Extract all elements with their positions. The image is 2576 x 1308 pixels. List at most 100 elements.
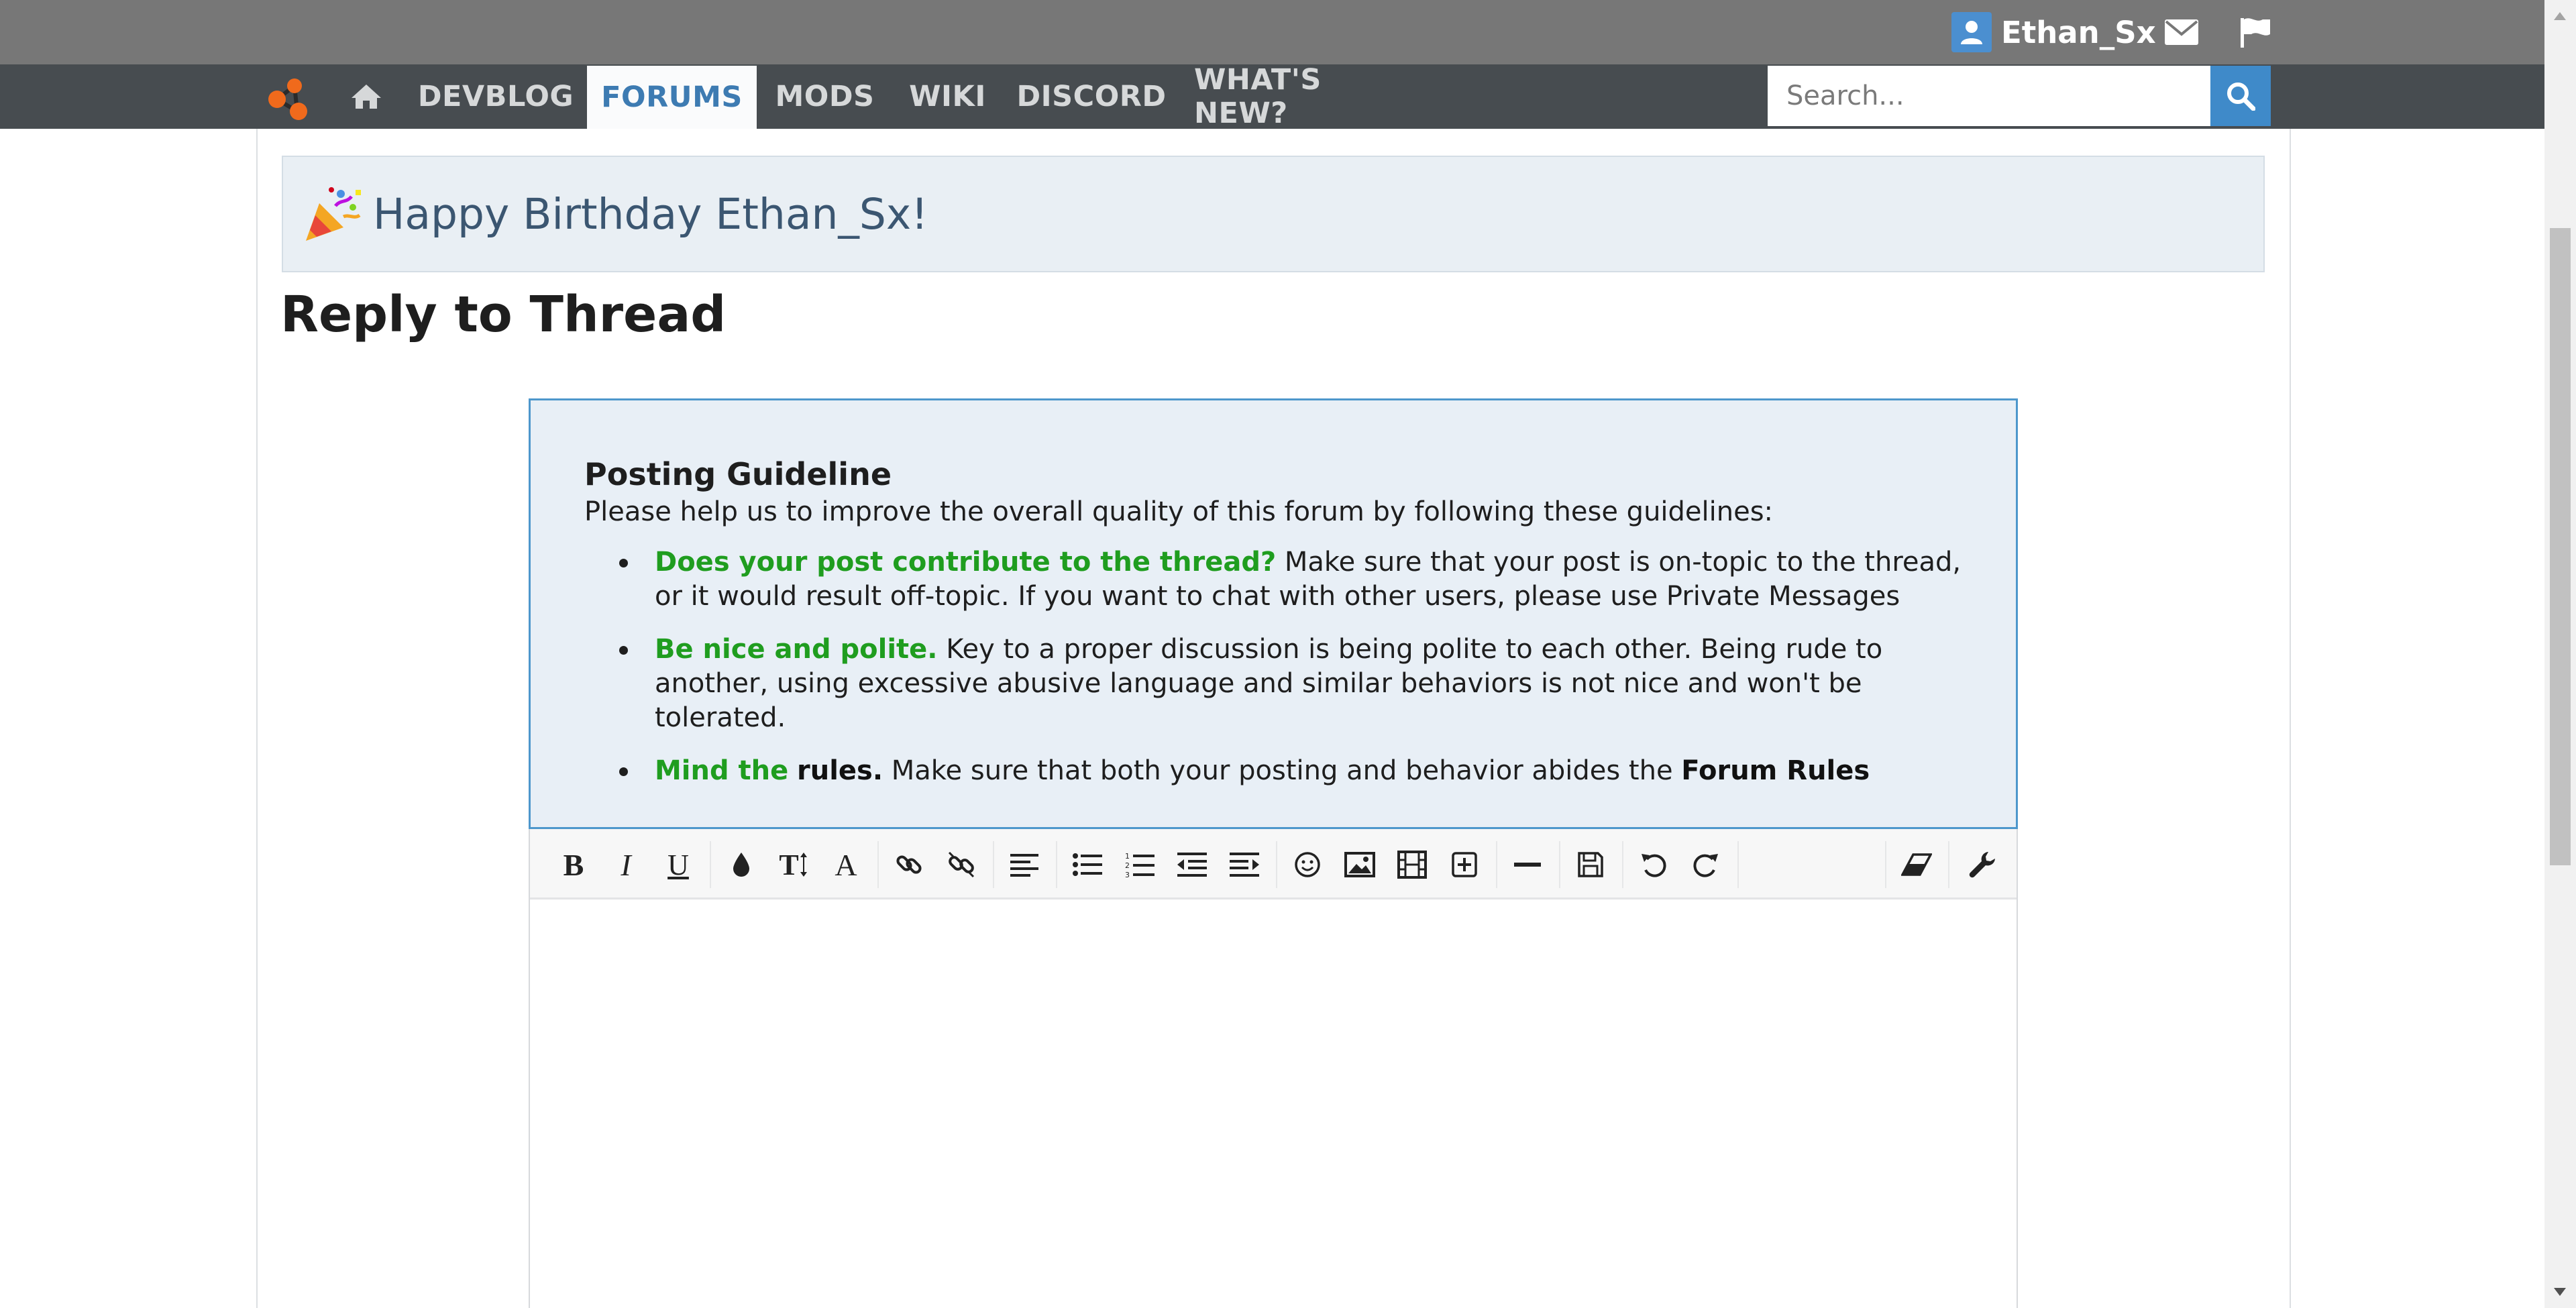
scroll-thumb[interactable] bbox=[2550, 228, 2571, 865]
rules-link[interactable]: rules. bbox=[797, 755, 883, 786]
toolbar-separator bbox=[1948, 841, 1949, 888]
save-draft-button[interactable] bbox=[1570, 844, 1611, 885]
site-logo[interactable] bbox=[265, 74, 319, 121]
minus-icon bbox=[1514, 863, 1541, 867]
svg-text:1: 1 bbox=[1125, 852, 1130, 861]
undo-button[interactable] bbox=[1633, 844, 1674, 885]
outdent-button[interactable] bbox=[1171, 844, 1213, 885]
toolbar-separator bbox=[710, 841, 711, 888]
party-popper-icon bbox=[306, 187, 361, 241]
bullet-list-icon bbox=[1073, 853, 1102, 876]
numbered-list-button[interactable]: 1 2 3 bbox=[1119, 844, 1161, 885]
user-avatar[interactable] bbox=[1951, 12, 1992, 52]
toolbar-separator bbox=[1885, 841, 1886, 888]
guideline-intro: Please help us to improve the overall qu… bbox=[584, 496, 1774, 527]
redo-icon bbox=[1693, 854, 1718, 877]
username[interactable]: Ethan_Sx bbox=[2001, 15, 2156, 50]
guideline-item: Mind the rules. Make sure that both your… bbox=[584, 754, 1962, 788]
image-icon bbox=[1344, 852, 1375, 877]
image-button[interactable] bbox=[1339, 844, 1381, 885]
svg-text:3: 3 bbox=[1125, 871, 1130, 878]
toolbar-separator bbox=[1737, 841, 1739, 888]
svg-text:2: 2 bbox=[1125, 861, 1130, 870]
guideline-item: Does your post contribute to the thread?… bbox=[584, 545, 1962, 614]
guideline-title: Posting Guideline bbox=[584, 456, 892, 492]
scroll-up-arrow-icon[interactable] bbox=[2554, 12, 2566, 20]
birthday-notice: Happy Birthday Ethan_Sx! bbox=[282, 156, 2265, 272]
birthday-message: Happy Birthday Ethan_Sx! bbox=[373, 189, 928, 239]
font-family-button[interactable]: A bbox=[825, 844, 867, 885]
nav-forums[interactable]: FORUMS bbox=[587, 66, 757, 129]
toggle-bbcode-button[interactable] bbox=[1962, 844, 2003, 885]
alerts-button[interactable] bbox=[2235, 15, 2275, 50]
wrench-icon bbox=[1969, 852, 1995, 878]
toolbar-separator bbox=[1622, 841, 1623, 888]
flag-icon bbox=[2241, 18, 2270, 48]
align-left-icon bbox=[1010, 854, 1038, 877]
bold-button[interactable]: B bbox=[553, 844, 594, 885]
bullet-list-button[interactable] bbox=[1067, 844, 1108, 885]
editor-toolbar: B I U T A 1 2 3 bbox=[530, 829, 2017, 900]
nav-discord[interactable]: DISCORD bbox=[1016, 64, 1166, 129]
inbox-button[interactable] bbox=[2161, 15, 2202, 50]
page-title: Reply to Thread bbox=[280, 286, 727, 343]
font-size-icon: T bbox=[779, 848, 799, 881]
nav-home[interactable] bbox=[345, 78, 387, 115]
indent-button[interactable] bbox=[1224, 844, 1265, 885]
envelope-icon bbox=[2165, 19, 2198, 45]
user-menu[interactable]: Ethan_Sx bbox=[1951, 12, 2156, 52]
eraser-icon bbox=[1901, 853, 1932, 876]
guideline-highlight: Does your post contribute to the thread? bbox=[655, 547, 1277, 578]
posting-guideline-box: Posting Guideline Please help us to impr… bbox=[529, 398, 2018, 829]
search-button[interactable] bbox=[2210, 66, 2271, 126]
remove-formatting-button[interactable] bbox=[1896, 844, 1937, 885]
logo-icon bbox=[268, 78, 307, 120]
bold-icon: B bbox=[563, 847, 584, 882]
droplet-icon bbox=[733, 853, 749, 877]
scroll-down-arrow-icon[interactable] bbox=[2554, 1288, 2566, 1296]
underline-icon: U bbox=[667, 848, 689, 881]
main-navbar: DEVBLOG FORUMS MODS WIKI DISCORD WHAT'S … bbox=[0, 63, 2544, 130]
search-icon bbox=[2227, 83, 2255, 111]
italic-button[interactable]: I bbox=[605, 844, 647, 885]
reply-editor: B I U T A 1 2 3 bbox=[529, 829, 2018, 1308]
font-size-button[interactable]: T bbox=[773, 844, 814, 885]
link-button[interactable] bbox=[888, 844, 930, 885]
guideline-item: Be nice and polite. Key to a proper disc… bbox=[584, 633, 1962, 735]
search-input[interactable] bbox=[1768, 66, 2210, 126]
guideline-highlight: Mind the bbox=[655, 755, 789, 786]
font-family-icon: A bbox=[835, 847, 857, 882]
media-button[interactable] bbox=[1391, 844, 1433, 885]
nav-wiki[interactable]: WIKI bbox=[906, 64, 989, 129]
save-icon bbox=[1578, 852, 1603, 877]
message-editor-area[interactable] bbox=[530, 900, 2017, 1308]
guideline-list: Does your post contribute to the thread?… bbox=[584, 545, 1962, 788]
redo-button[interactable] bbox=[1685, 844, 1727, 885]
insert-button[interactable] bbox=[1444, 844, 1485, 885]
unlink-button[interactable] bbox=[941, 844, 982, 885]
unlink-icon bbox=[948, 851, 975, 878]
smilies-button[interactable] bbox=[1287, 844, 1328, 885]
align-button[interactable] bbox=[1004, 844, 1045, 885]
indent-icon bbox=[1230, 853, 1259, 877]
nav-devblog[interactable]: DEVBLOG bbox=[418, 64, 574, 129]
nav-whats-new[interactable]: WHAT'S NEW? bbox=[1194, 63, 1399, 130]
film-icon bbox=[1397, 851, 1427, 879]
plus-square-icon bbox=[1452, 852, 1477, 877]
numbered-list-icon: 1 2 3 bbox=[1125, 852, 1155, 878]
page-scrollbar[interactable] bbox=[2544, 0, 2576, 1308]
underline-button[interactable]: U bbox=[657, 844, 699, 885]
undo-icon bbox=[1642, 854, 1666, 877]
toolbar-separator bbox=[1496, 841, 1497, 888]
nav-mods[interactable]: MODS bbox=[773, 64, 877, 129]
toolbar-separator bbox=[993, 841, 994, 888]
text-color-button[interactable] bbox=[720, 844, 762, 885]
user-icon bbox=[1961, 21, 1982, 44]
forum-rules-link[interactable]: Forum Rules bbox=[1681, 755, 1870, 786]
home-icon bbox=[352, 85, 381, 109]
guideline-highlight: Be nice and polite. bbox=[655, 634, 938, 665]
outdent-icon bbox=[1177, 853, 1207, 877]
toolbar-separator bbox=[1276, 841, 1277, 888]
link-icon bbox=[896, 855, 922, 874]
horizontal-rule-button[interactable] bbox=[1507, 844, 1548, 885]
